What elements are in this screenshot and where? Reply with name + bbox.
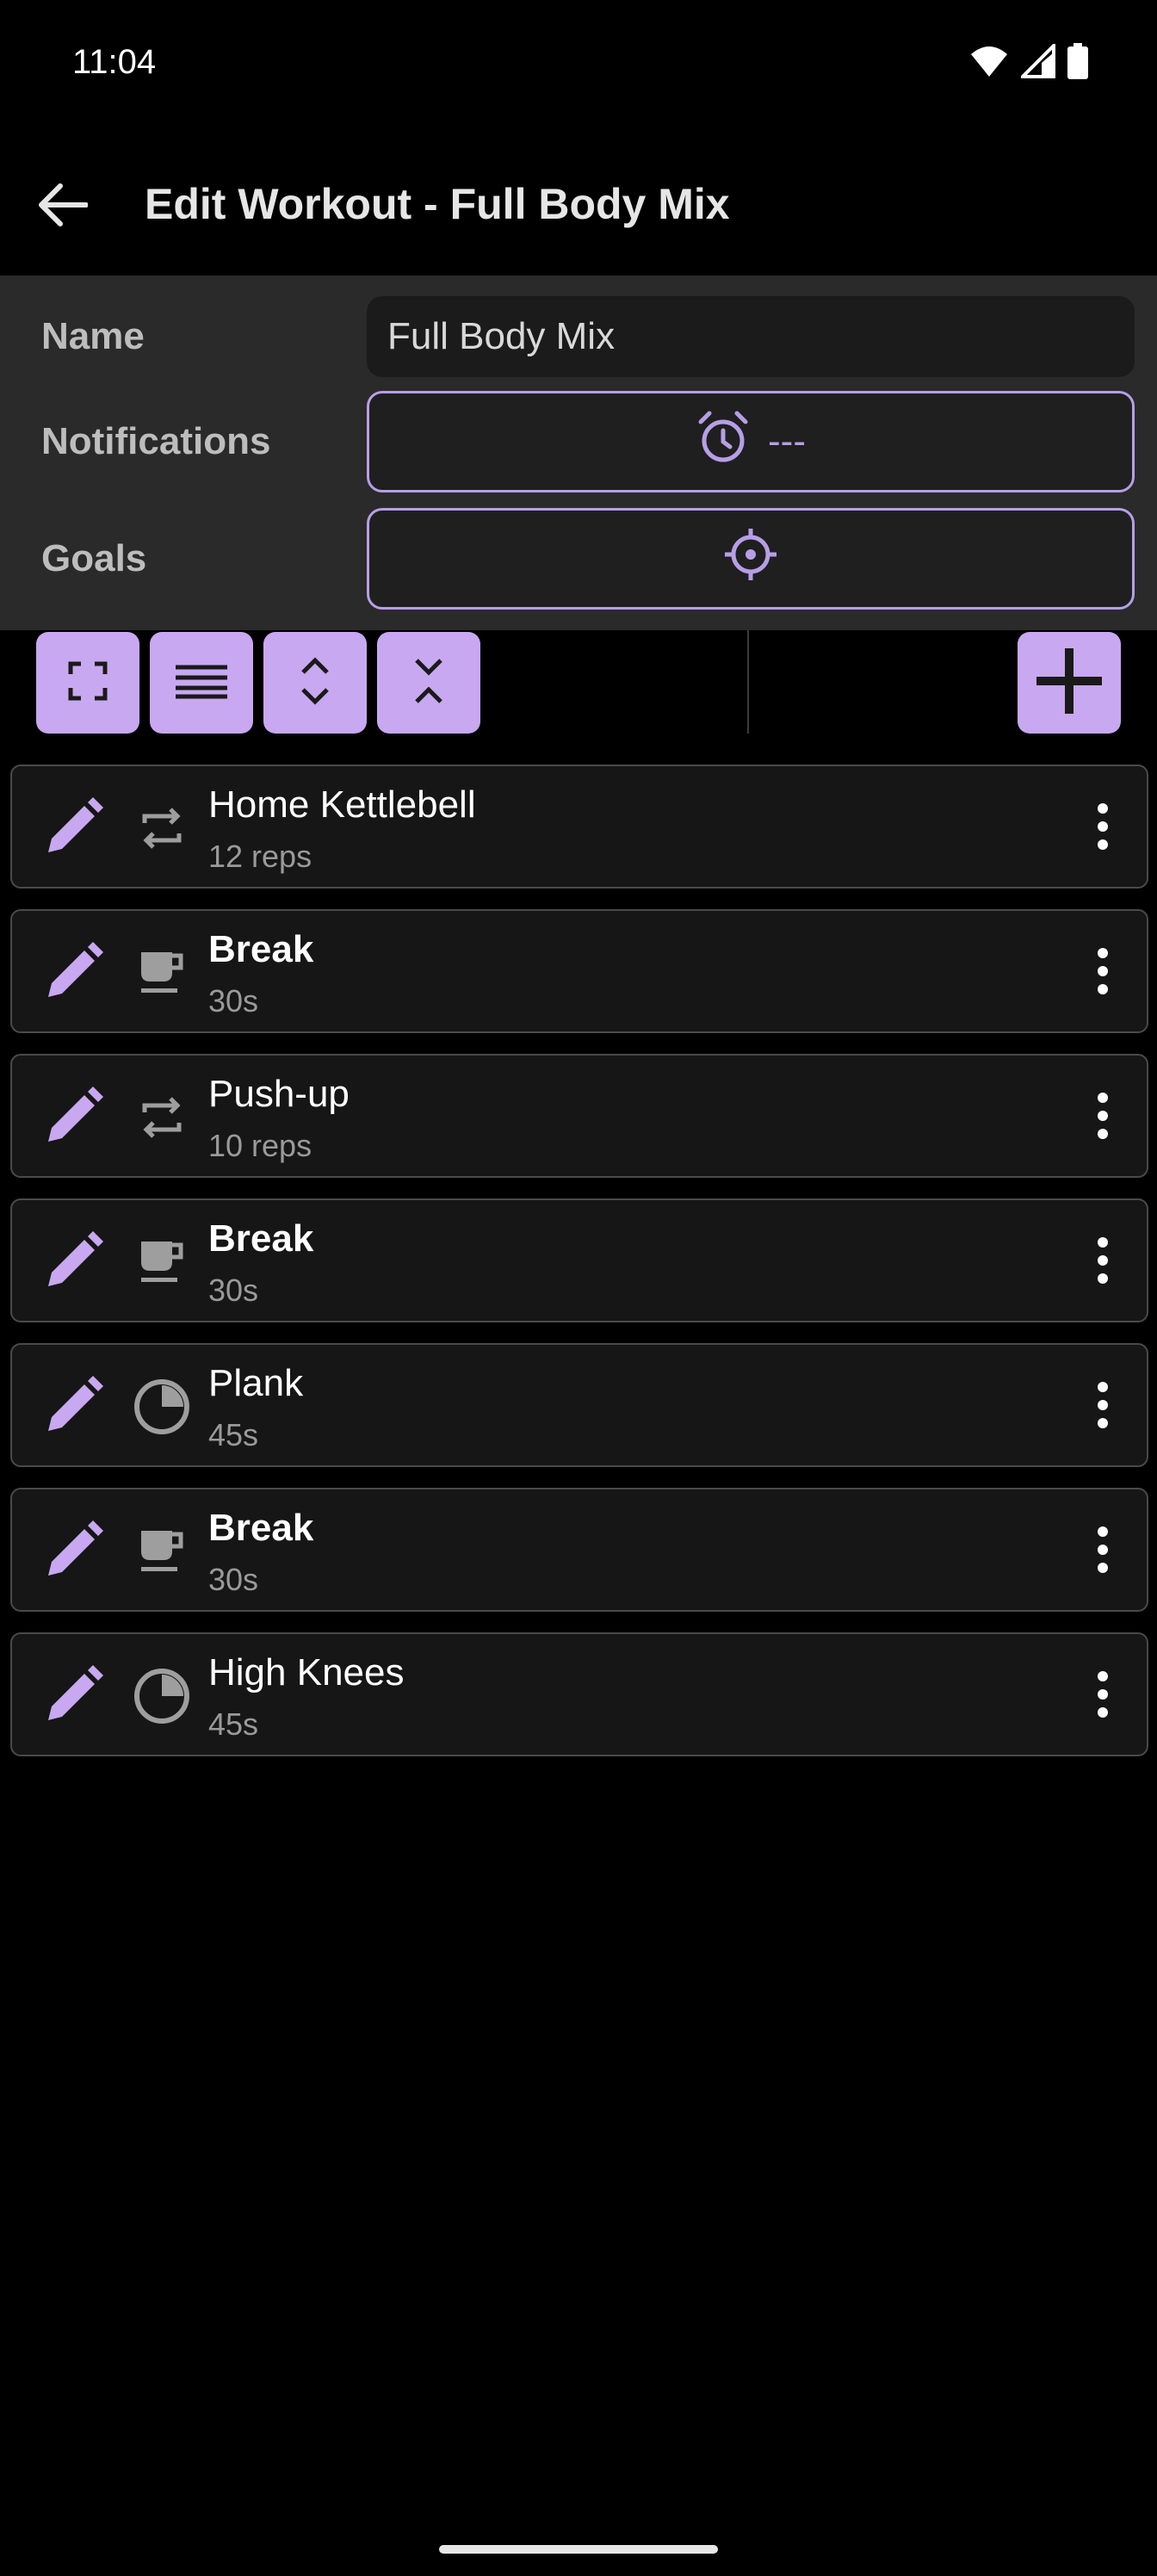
item-title: Push-up <box>208 1073 350 1115</box>
add-item-button[interactable] <box>1018 632 1121 734</box>
edit-button[interactable] <box>38 792 110 864</box>
coffee-cup-icon <box>131 942 193 1004</box>
item-title: High Knees <box>208 1651 405 1694</box>
arrow-back-icon <box>36 183 89 232</box>
more-vert-icon <box>1097 947 1109 1000</box>
status-icons <box>969 41 1088 84</box>
more-options-button[interactable] <box>1081 1231 1124 1293</box>
repeat-icon <box>131 797 193 859</box>
item-title: Break <box>208 928 314 970</box>
more-options-button[interactable] <box>1081 942 1124 1004</box>
pencil-icon <box>45 796 103 860</box>
workout-form: Name Full Body Mix Notifications --- Goa… <box>0 276 1157 630</box>
gesture-nav-handle[interactable] <box>439 2545 718 2554</box>
list-item[interactable]: Break 30s <box>10 1488 1148 1612</box>
app-bar: Edit Workout - Full Body Mix <box>0 129 1157 276</box>
list-toolbar <box>0 630 1157 734</box>
workout-items-list: Home Kettlebell 12 reps Break 30s Push-u… <box>10 765 1148 1777</box>
unfold-less-icon <box>411 655 446 711</box>
list-item[interactable]: Home Kettlebell 12 reps <box>10 765 1148 889</box>
plus-icon <box>1035 647 1104 720</box>
item-subtitle: 45s <box>208 1706 259 1742</box>
pencil-icon <box>45 1520 103 1583</box>
fullscreen-icon <box>67 660 108 706</box>
collapse-all-button[interactable] <box>377 632 480 734</box>
battery-icon <box>1067 43 1088 84</box>
more-options-button[interactable] <box>1081 1376 1124 1438</box>
pencil-icon <box>45 1086 103 1149</box>
edit-button[interactable] <box>38 1226 110 1298</box>
fullscreen-button[interactable] <box>36 632 139 734</box>
item-title: Home Kettlebell <box>208 783 476 826</box>
item-title: Break <box>208 1507 314 1549</box>
list-item[interactable]: Push-up 10 reps <box>10 1054 1148 1178</box>
pencil-icon <box>45 1664 103 1728</box>
more-vert-icon <box>1097 1092 1109 1144</box>
item-subtitle: 30s <box>208 983 259 1019</box>
coffee-cup-icon <box>131 1231 193 1293</box>
name-value: Full Body Mix <box>387 315 616 357</box>
edit-button[interactable] <box>38 937 110 1009</box>
expand-all-button[interactable] <box>263 632 367 734</box>
list-item[interactable]: Break 30s <box>10 909 1148 1033</box>
pencil-icon <box>45 1230 103 1294</box>
item-subtitle: 30s <box>208 1562 259 1597</box>
item-subtitle: 30s <box>208 1273 259 1308</box>
more-options-button[interactable] <box>1081 797 1124 859</box>
goals-button[interactable] <box>367 508 1135 610</box>
edit-button[interactable] <box>38 1660 110 1732</box>
more-vert-icon <box>1097 802 1109 855</box>
page-title: Edit Workout - Full Body Mix <box>145 180 730 228</box>
list-item[interactable]: Break 30s <box>10 1198 1148 1322</box>
alarm-clock-icon <box>696 410 751 474</box>
repeat-icon <box>131 1087 193 1149</box>
unfold-more-icon <box>298 655 332 711</box>
item-subtitle: 12 reps <box>208 839 312 874</box>
edit-button[interactable] <box>38 1371 110 1443</box>
more-vert-icon <box>1097 1526 1109 1578</box>
timer-pie-icon <box>131 1665 193 1727</box>
menu-lines-icon <box>174 662 229 704</box>
list-item[interactable]: High Knees 45s <box>10 1632 1148 1756</box>
more-options-button[interactable] <box>1081 1665 1124 1727</box>
cell-signal-icon <box>1018 41 1055 83</box>
toolbar-divider <box>747 630 749 734</box>
item-title: Break <box>208 1217 314 1260</box>
pencil-icon <box>45 1375 103 1439</box>
edit-button[interactable] <box>38 1081 110 1154</box>
notifications-label: Notifications <box>41 420 271 462</box>
status-bar: 11:04 <box>0 0 1157 121</box>
more-options-button[interactable] <box>1081 1520 1124 1582</box>
more-vert-icon <box>1097 1670 1109 1723</box>
item-title: Plank <box>208 1362 304 1404</box>
status-time: 11:04 <box>72 43 157 81</box>
timer-pie-icon <box>131 1376 193 1438</box>
more-vert-icon <box>1097 1381 1109 1434</box>
notifications-button[interactable]: --- <box>367 391 1135 492</box>
wifi-icon <box>969 44 1009 83</box>
list-item[interactable]: Plank 45s <box>10 1343 1148 1467</box>
item-subtitle: 10 reps <box>208 1128 312 1163</box>
edit-button[interactable] <box>38 1515 110 1588</box>
list-view-button[interactable] <box>150 632 253 734</box>
more-vert-icon <box>1097 1236 1109 1289</box>
pencil-icon <box>45 941 103 1005</box>
item-subtitle: 45s <box>208 1417 259 1452</box>
back-button[interactable] <box>29 174 95 239</box>
goals-label: Goals <box>41 537 147 579</box>
notifications-value: --- <box>768 420 806 462</box>
more-options-button[interactable] <box>1081 1087 1124 1149</box>
crosshair-target-icon <box>723 527 778 591</box>
name-field[interactable]: Full Body Mix <box>367 296 1135 377</box>
name-label: Name <box>41 315 145 357</box>
coffee-cup-icon <box>131 1520 193 1582</box>
